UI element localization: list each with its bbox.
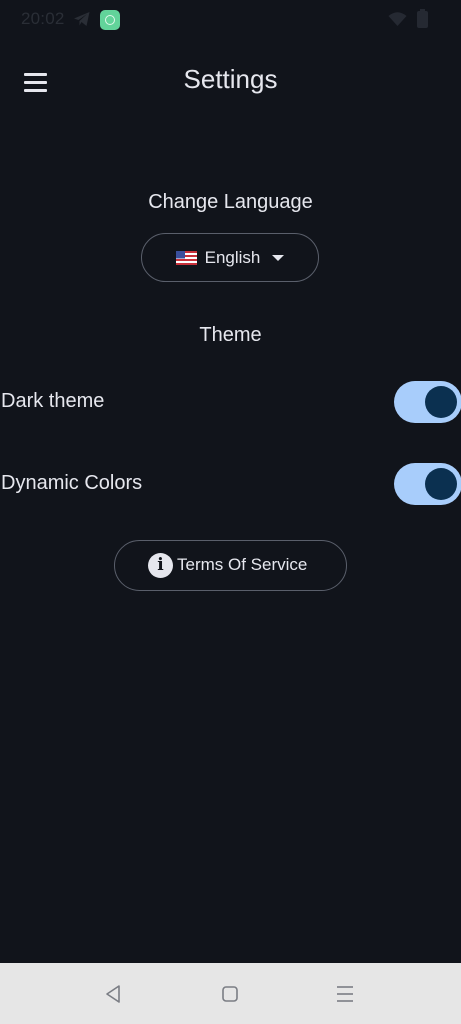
dynamic-colors-label: Dynamic Colors bbox=[1, 472, 143, 494]
app-notification-icon bbox=[100, 10, 120, 30]
recents-icon[interactable] bbox=[333, 982, 357, 1006]
terms-of-service-label: Terms Of Service bbox=[177, 555, 308, 574]
dynamic-colors-row: Dynamic Colors bbox=[0, 463, 461, 505]
dark-theme-toggle[interactable] bbox=[394, 381, 461, 423]
toggle-knob bbox=[425, 468, 457, 500]
dynamic-colors-toggle[interactable] bbox=[394, 463, 461, 505]
navigation-bar bbox=[0, 963, 461, 1024]
dark-theme-row: Dark theme bbox=[0, 381, 461, 423]
telegram-icon bbox=[74, 12, 90, 26]
terms-of-service-button[interactable]: i Terms Of Service bbox=[114, 540, 347, 591]
status-time: 20:02 bbox=[21, 9, 65, 28]
info-icon: i bbox=[148, 553, 173, 578]
language-value: English bbox=[204, 247, 261, 267]
wifi-icon bbox=[388, 12, 407, 26]
theme-label: Theme bbox=[199, 324, 262, 346]
status-bar: 20:02 bbox=[0, 0, 461, 40]
toggle-knob bbox=[425, 386, 457, 418]
dark-theme-label: Dark theme bbox=[1, 390, 105, 412]
home-icon[interactable] bbox=[218, 982, 242, 1006]
change-language-label: Change Language bbox=[148, 191, 313, 213]
language-dropdown[interactable]: English bbox=[141, 233, 319, 282]
page-title: Settings bbox=[183, 64, 278, 94]
us-flag-icon bbox=[175, 250, 197, 265]
back-icon[interactable] bbox=[102, 982, 126, 1006]
caret-down-icon bbox=[272, 254, 285, 261]
battery-icon bbox=[417, 9, 428, 28]
